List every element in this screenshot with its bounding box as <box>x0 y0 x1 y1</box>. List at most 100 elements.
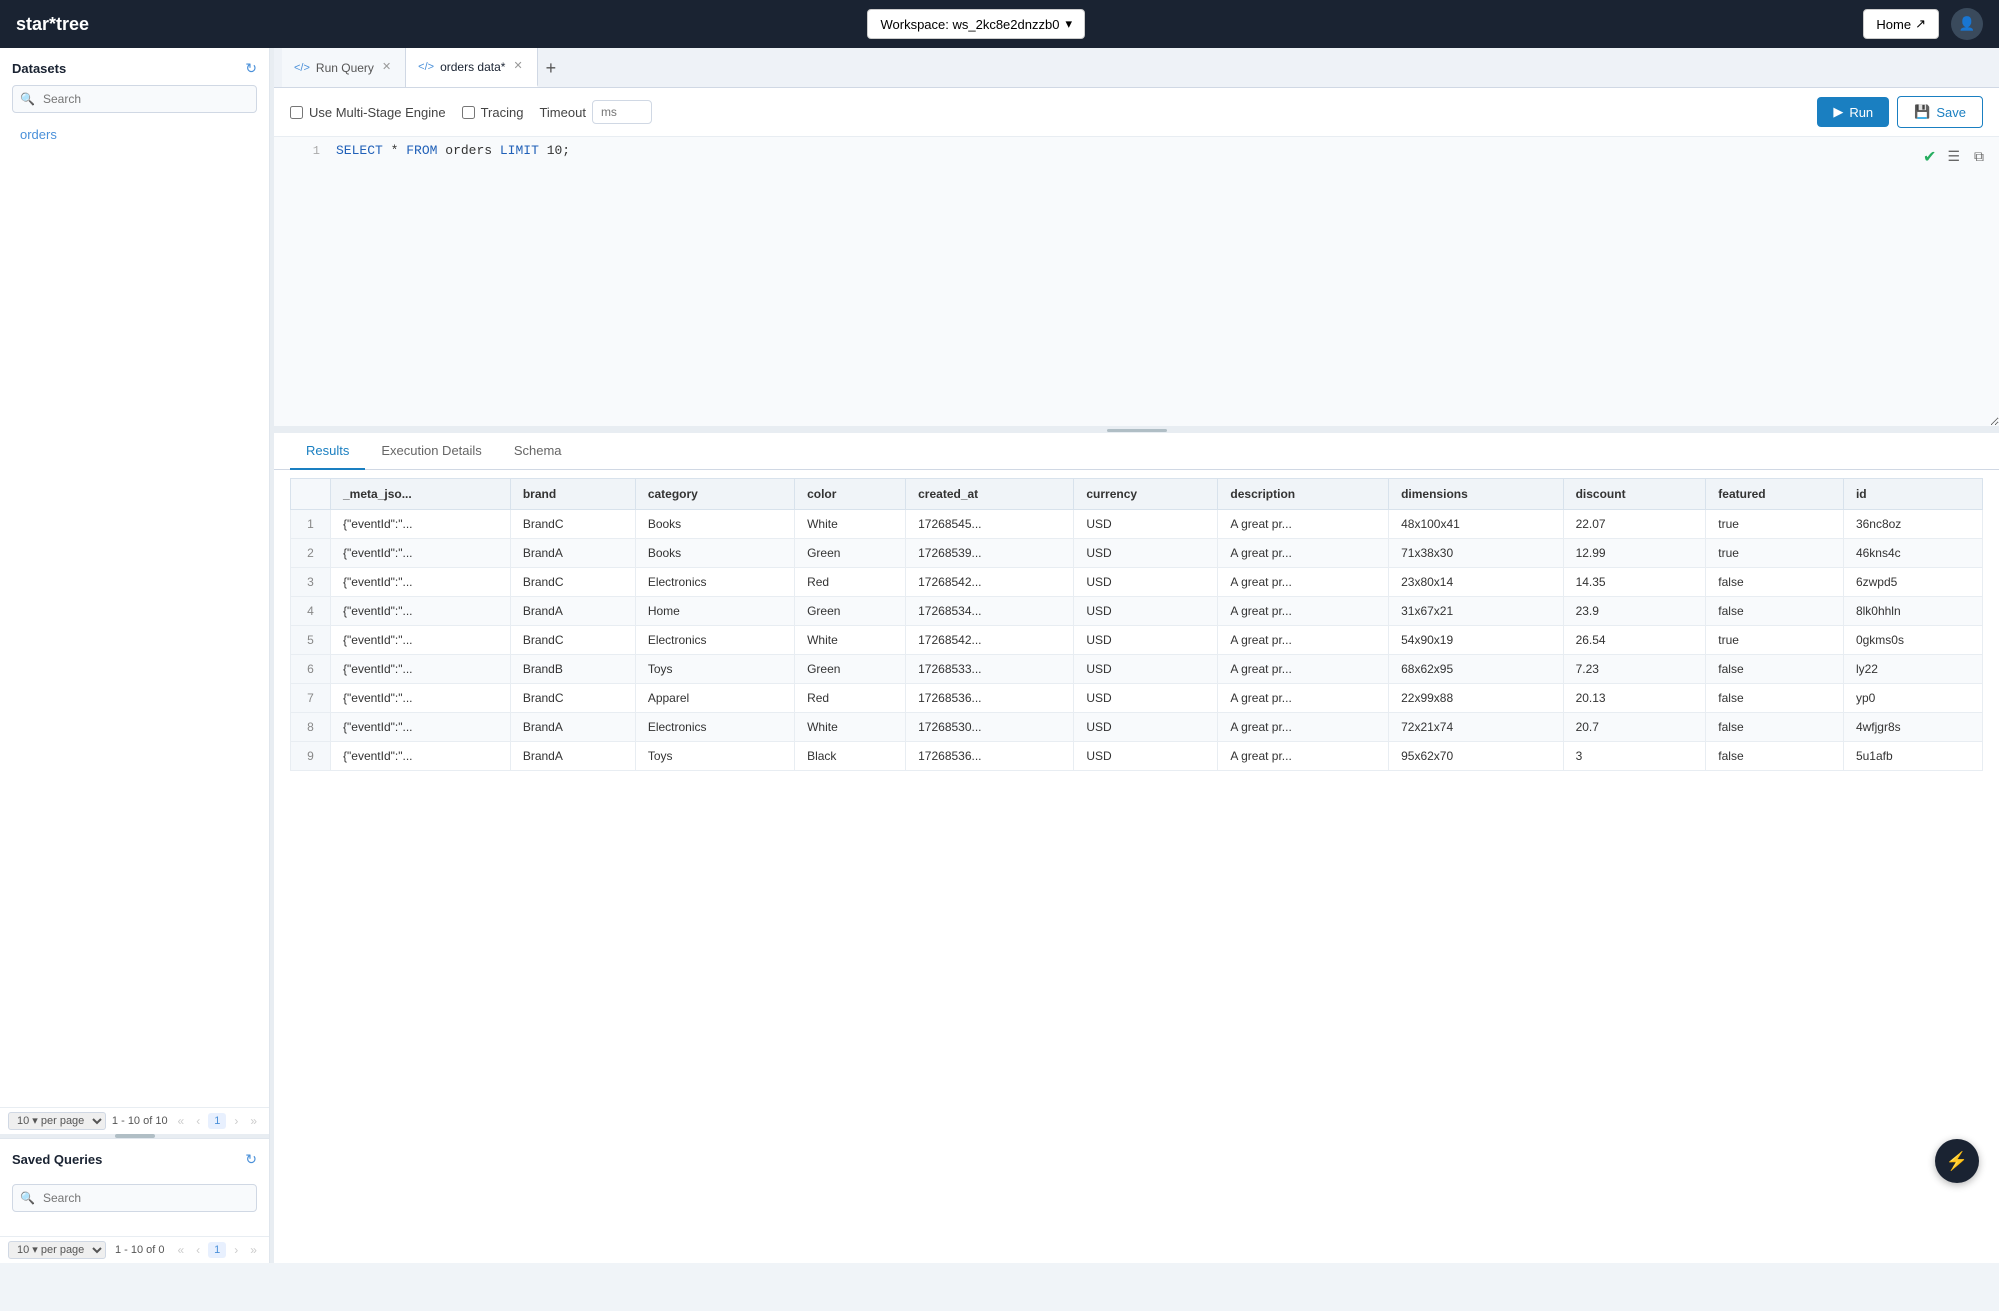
datasets-search-input[interactable] <box>12 85 257 113</box>
tracing-checkbox[interactable] <box>462 106 475 119</box>
table-row: 9 {"eventId":"... BrandA Toys Black 1726… <box>291 742 1983 771</box>
cell-created-at: 17268536... <box>906 684 1074 713</box>
operator-star: * <box>391 143 407 158</box>
cell-created-at: 17268533... <box>906 655 1074 684</box>
sq-first-page-button[interactable]: « <box>173 1241 188 1259</box>
workspace-selector[interactable]: Workspace: ws_2kc8e2dnzzb0 ▾ <box>867 9 1085 39</box>
cell-rownum: 8 <box>291 713 331 742</box>
sq-current-page: 1 <box>208 1242 226 1258</box>
cell-rownum: 1 <box>291 510 331 539</box>
per-page-select[interactable]: 10 ▾ per page <box>8 1112 106 1130</box>
cell-rownum: 6 <box>291 655 331 684</box>
multi-stage-checkbox-wrap[interactable]: Use Multi-Stage Engine <box>290 105 446 120</box>
cell-dimensions: 72x21x74 <box>1389 713 1563 742</box>
sq-pagination-controls: « ‹ 1 › » <box>173 1241 261 1259</box>
sq-last-page-button[interactable]: » <box>246 1241 261 1259</box>
results-table: _meta_jso... brand category color create… <box>290 478 1983 771</box>
tab-run-query-close[interactable]: ✕ <box>380 62 393 73</box>
tab-orders-data[interactable]: </> orders data* ✕ <box>406 48 538 87</box>
code-line-1[interactable]: SELECT * FROM orders LIMIT 10; <box>336 143 1983 158</box>
add-tab-button[interactable]: + <box>538 59 565 77</box>
saved-queries-refresh-button[interactable]: ↻ <box>245 1151 257 1168</box>
user-avatar[interactable]: 👤 <box>1951 8 1983 40</box>
cell-currency: USD <box>1074 655 1218 684</box>
pagination-controls: « ‹ 1 › » <box>174 1112 262 1130</box>
col-header-brand: brand <box>510 479 635 510</box>
table-row: 6 {"eventId":"... BrandB Toys Green 1726… <box>291 655 1983 684</box>
cell-id: 5u1afb <box>1843 742 1982 771</box>
dataset-item-orders[interactable]: orders <box>12 121 257 148</box>
cell-brand: BrandA <box>510 539 635 568</box>
table-row: 1 {"eventId":"... BrandC Books White 172… <box>291 510 1983 539</box>
timeout-input[interactable] <box>592 100 652 124</box>
lightning-icon: ⚡ <box>1946 1151 1968 1172</box>
sq-page-range: 1 - 10 of 0 <box>115 1244 165 1256</box>
cell-currency: USD <box>1074 568 1218 597</box>
saved-queries-search-input[interactable] <box>12 1184 257 1212</box>
cell-id: 6zwpd5 <box>1843 568 1982 597</box>
home-button[interactable]: Home ↗ <box>1863 9 1939 39</box>
external-link-icon: ↗ <box>1915 16 1926 32</box>
cell-discount: 22.07 <box>1563 510 1706 539</box>
cell-color: Green <box>795 597 906 626</box>
saved-search-icon: 🔍 <box>20 1191 35 1205</box>
cell-dimensions: 68x62x95 <box>1389 655 1563 684</box>
cell-color: White <box>795 510 906 539</box>
table-row: 8 {"eventId":"... BrandA Electronics Whi… <box>291 713 1983 742</box>
keyword-limit: LIMIT <box>500 143 539 158</box>
cell-rownum: 3 <box>291 568 331 597</box>
floating-action-button[interactable]: ⚡ <box>1935 1139 1979 1183</box>
save-button[interactable]: 💾 Save <box>1897 96 1983 128</box>
toolbar-right: ▶ Run 💾 Save <box>1817 96 1983 128</box>
cell-currency: USD <box>1074 684 1218 713</box>
cell-meta: {"eventId":"... <box>331 742 511 771</box>
run-label: Run <box>1849 105 1873 120</box>
prev-page-button[interactable]: ‹ <box>192 1112 204 1130</box>
datasets-refresh-button[interactable]: ↻ <box>245 60 257 77</box>
cell-description: A great pr... <box>1218 510 1389 539</box>
tab-run-query-label: Run Query <box>316 61 374 75</box>
col-header-color: color <box>795 479 906 510</box>
table-row: 4 {"eventId":"... BrandA Home Green 1726… <box>291 597 1983 626</box>
tab-run-query[interactable]: </> Run Query ✕ <box>282 48 406 87</box>
results-tab[interactable]: Results <box>290 433 365 470</box>
cell-discount: 7.23 <box>1563 655 1706 684</box>
editor-area[interactable]: 1 SELECT * FROM orders LIMIT 10; ✔ ☰ ⧉ <box>274 137 1999 427</box>
logo: star*tree <box>16 14 89 35</box>
editor-copy-button[interactable]: ⧉ <box>1971 145 1987 168</box>
keyword-from: FROM <box>406 143 437 158</box>
sq-prev-page-button[interactable]: ‹ <box>192 1241 204 1259</box>
cell-category: Electronics <box>635 568 794 597</box>
cell-color: White <box>795 626 906 655</box>
table-row: 7 {"eventId":"... BrandC Apparel Red 172… <box>291 684 1983 713</box>
last-page-button[interactable]: » <box>246 1112 261 1130</box>
saved-queries-header: Saved Queries ↻ <box>12 1151 257 1168</box>
multi-stage-checkbox[interactable] <box>290 106 303 119</box>
cell-rownum: 5 <box>291 626 331 655</box>
line-number-1: 1 <box>290 143 320 158</box>
schema-tab-label: Schema <box>514 443 562 458</box>
cell-currency: USD <box>1074 539 1218 568</box>
cell-meta: {"eventId":"... <box>331 684 511 713</box>
execution-tab[interactable]: Execution Details <box>365 433 497 470</box>
editor-format-button[interactable]: ☰ <box>1944 145 1963 168</box>
tabs-bar: </> Run Query ✕ </> orders data* ✕ + <box>274 48 1999 88</box>
datasets-header: Datasets ↻ <box>12 60 257 77</box>
per-page-wrap: 10 ▾ per page <box>8 1112 106 1130</box>
cell-category: Toys <box>635 655 794 684</box>
first-page-button[interactable]: « <box>174 1112 189 1130</box>
next-page-button[interactable]: › <box>230 1112 242 1130</box>
tab-orders-data-close[interactable]: ✕ <box>511 61 524 72</box>
schema-tab[interactable]: Schema <box>498 433 578 470</box>
tracing-checkbox-wrap[interactable]: Tracing <box>462 105 524 120</box>
cell-featured: false <box>1706 597 1844 626</box>
cell-rownum: 9 <box>291 742 331 771</box>
saved-queries-section: Saved Queries ↻ 🔍 <box>0 1138 269 1232</box>
run-button[interactable]: ▶ Run <box>1817 97 1889 127</box>
sq-per-page-wrap: 10 ▾ per page <box>8 1241 106 1259</box>
sq-next-page-button[interactable]: › <box>230 1241 242 1259</box>
sq-per-page-select[interactable]: 10 ▾ per page <box>8 1241 106 1259</box>
cell-currency: USD <box>1074 742 1218 771</box>
datasets-pagination: 10 ▾ per page 1 - 10 of 10 « ‹ 1 › » <box>0 1107 269 1134</box>
cell-meta: {"eventId":"... <box>331 510 511 539</box>
